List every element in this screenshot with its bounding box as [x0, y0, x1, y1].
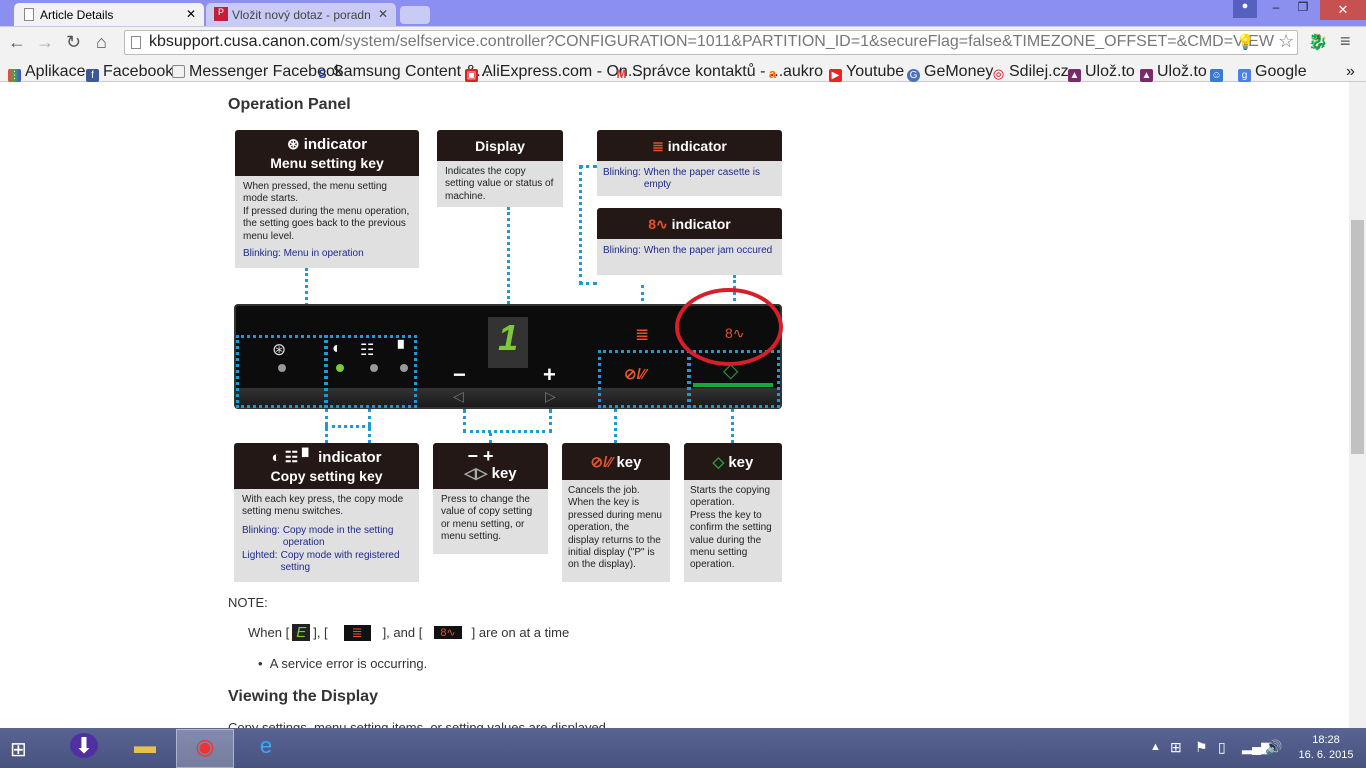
copy-setting-key-callout: ◐ ☷ ▘ indicator Copy setting key With ea… [234, 443, 419, 582]
menu-icon-symbol: ⊛ [286, 136, 300, 153]
forward-icon[interactable]: → [36, 32, 54, 53]
bookmark-youtube[interactable]: ▶ Youtube [829, 63, 904, 82]
url-host: kbsupport.cusa.canon.com [149, 33, 341, 50]
bookmark-aukro[interactable]: a aukro [766, 63, 823, 81]
page-heading: Operation Panel [228, 96, 351, 113]
bookmark-sdilej[interactable]: ◎ Sdilej.cz [992, 63, 1069, 81]
bookmark-gmail[interactable]: M Správce kontaktů - ... [615, 63, 784, 81]
connector-line [614, 409, 617, 443]
bookmark-ulozto-1[interactable]: ▲ Ulož.to [1068, 63, 1135, 82]
stop-reset-icon: ⊘/⁄⁄ [624, 366, 646, 383]
tab-bar [0, 0, 1366, 26]
new-tab-button[interactable] [400, 6, 430, 24]
connector-line [325, 425, 371, 428]
close-window-button[interactable]: ✕ [1320, 0, 1366, 20]
tab-label: Vložit nový dotaz - poradn [232, 8, 371, 22]
volume-icon[interactable]: 🔊 [1265, 739, 1282, 756]
density-led [336, 364, 344, 372]
menu-icon[interactable]: ≡ [1340, 31, 1351, 52]
start-led-bar [693, 383, 773, 387]
page-icon [131, 36, 141, 49]
action-center-icon[interactable]: ⊞ [1170, 739, 1182, 756]
menu-setting-key-callout: ⊛ indicator Menu setting key When presse… [235, 130, 419, 268]
bookmark-apps[interactable]: ⋮ Aplikace [8, 63, 85, 82]
paper-indicator-callout: ≣ indicator Blinking: When the paper case… [597, 130, 782, 196]
lightbulb-icon[interactable]: 💡 [1236, 33, 1255, 51]
bookmark-ulozto-2[interactable]: ▲ Ulož.to [1140, 63, 1207, 82]
menu-led [278, 364, 286, 372]
connector-line [507, 207, 510, 304]
connector-line [463, 409, 552, 433]
star-icon[interactable]: ☆ [1278, 31, 1294, 52]
note-label: NOTE: [228, 595, 268, 610]
battery-icon[interactable]: ▯ [1218, 739, 1226, 756]
reload-icon[interactable]: ↻ [66, 32, 81, 53]
connector-line [579, 165, 597, 285]
plus-key: + [543, 362, 556, 387]
tab-label: Article Details [40, 8, 114, 22]
flag-icon[interactable]: ⚑ [1195, 739, 1208, 756]
back-icon[interactable]: ← [8, 32, 26, 53]
error-e-display: E [292, 624, 311, 641]
connector-line [731, 409, 734, 443]
menu-icon: ⊛ [272, 340, 287, 359]
bookmark-facebook[interactable]: f Facebook [86, 63, 173, 82]
tab-vlozit-dotaz[interactable]: P Vložit nový dotaz - poradn ✕ [206, 3, 396, 26]
bookmark-unnamed[interactable]: ☺ [1210, 63, 1227, 82]
display-callout: Display Indicates the copy setting value… [437, 130, 563, 207]
left-arrow-icon: ◁ [453, 388, 464, 404]
right-arrow-icon: ▷ [545, 388, 556, 404]
plus-minus-key-callout: − + ◁▷ key Press to change the value of … [433, 443, 548, 554]
user-icon[interactable]: ● [1233, 0, 1257, 18]
density-icon: ◐ [332, 340, 342, 357]
stop-key-callout: ⊘/⁄⁄ key Cancels the job. When the key i… [562, 443, 670, 582]
start-icon: ◇ [712, 454, 725, 471]
copy-mode-icons: ◐ ☷ ▘ [271, 449, 314, 466]
start-key-callout: ◇ key Starts the copying operation. Pres… [684, 443, 782, 582]
close-tab-icon[interactable]: ✕ [378, 7, 388, 21]
page-icon [24, 8, 34, 21]
address-bar[interactable]: kbsupport.cusa.canon.com/system/selfserv… [124, 30, 1298, 55]
note-line: When [ E ], [ ≣ ], and [ 8∿ ] are on at … [248, 624, 570, 641]
seven-segment-display: 1 [488, 317, 528, 368]
minus-key: − [453, 362, 466, 387]
start-button[interactable]: ⊞ [10, 737, 27, 762]
paper-cassette-icon: ≣ [343, 624, 371, 641]
show-hidden-icons[interactable]: ▲ [1150, 741, 1161, 753]
copy-ratio-icon: ☷ [360, 342, 375, 359]
paper-icon: ▘ [398, 341, 410, 358]
paper-jam-icon: 8∿ [434, 626, 462, 639]
bookmark-samsung[interactable]: S Samsung Content &... [316, 63, 489, 81]
scrollbar-thumb[interactable] [1351, 220, 1364, 454]
paper-jam-indicator-callout: 8∿ indicator Blinking: When the paper jam… [597, 208, 782, 275]
bullet-item: • A service error is occurring. [258, 656, 428, 671]
taskbar-download-app[interactable]: ⬇ [55, 729, 113, 768]
poradna-favicon: P [214, 7, 228, 21]
paper-cassette-icon: ≣ [635, 325, 650, 344]
ratio-led [370, 364, 378, 372]
paper-jam-icon: 8∿ [648, 216, 668, 232]
bookmark-gemoney[interactable]: G GeMoney [907, 63, 993, 82]
paper-led [400, 364, 408, 372]
tab-article-details[interactable]: Article Details ✕ [14, 3, 204, 26]
url-path: /system/selfservice.controller?CONFIGURA… [340, 33, 1274, 50]
taskbar-internet-explorer[interactable]: e [237, 729, 295, 768]
home-icon[interactable]: ⌂ [96, 32, 107, 53]
close-tab-icon[interactable]: ✕ [186, 7, 196, 21]
arrow-keys-icon: ◁▷ [464, 465, 488, 482]
taskbar-chrome[interactable]: ◉ [176, 729, 234, 768]
bookmarks-overflow[interactable]: » [1346, 63, 1355, 81]
bookmark-google[interactable]: g Google [1238, 63, 1307, 82]
red-circle-annotation [675, 288, 783, 366]
connector-line [489, 433, 492, 443]
extension-icon[interactable]: 🐉 [1308, 32, 1328, 52]
paper-cassette-icon: ≣ [652, 138, 664, 154]
taskbar-file-explorer[interactable]: ▬ [116, 729, 174, 768]
stop-reset-icon: ⊘/⁄⁄ [590, 454, 613, 471]
section-heading: Viewing the Display [228, 688, 378, 705]
minimize-button[interactable]: – [1264, 0, 1288, 18]
clock[interactable]: 18:28 16. 6. 2015 [1296, 733, 1356, 763]
maximize-button[interactable]: ❐ [1291, 0, 1315, 18]
